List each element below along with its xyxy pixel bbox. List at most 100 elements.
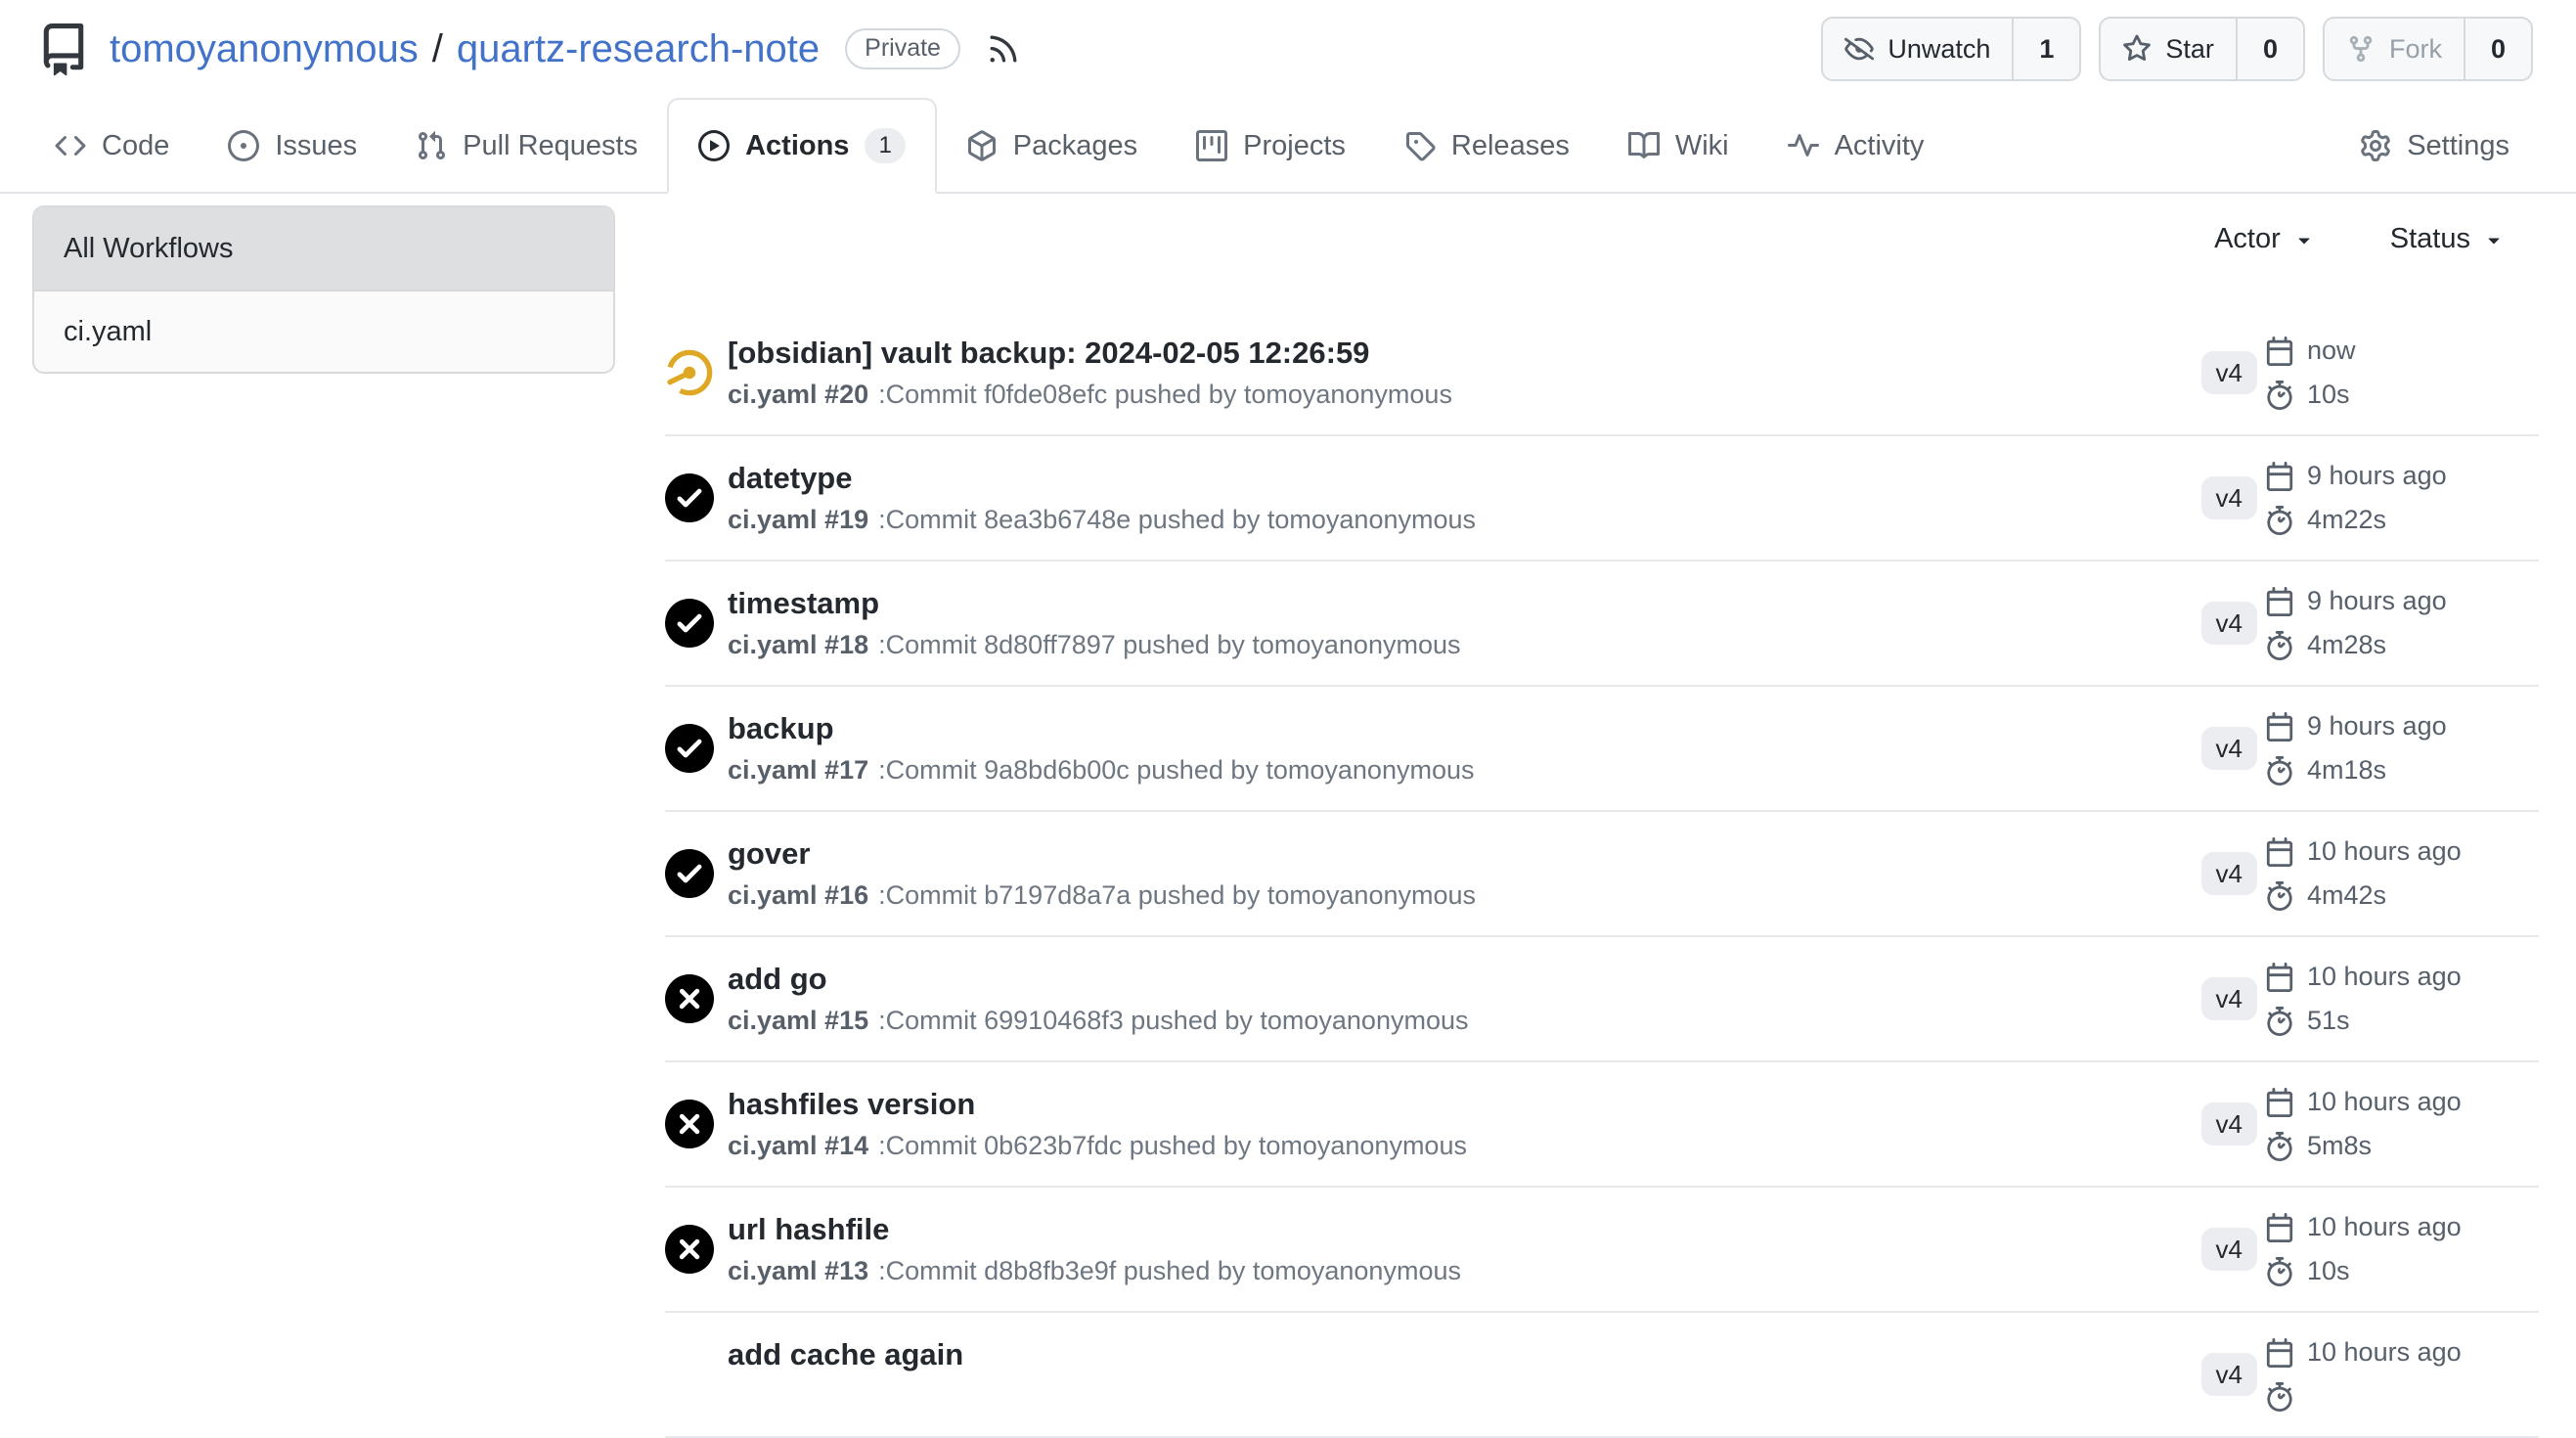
tab-releases[interactable]: Releases xyxy=(1375,100,1599,192)
star-button[interactable]: Star 0 xyxy=(2099,17,2305,81)
run-title-link[interactable]: datetype xyxy=(728,461,852,496)
repo-tab-bar: Code Issues Pull Requests Actions 1 Pack… xyxy=(0,98,2576,194)
run-status-icon xyxy=(665,348,714,397)
workflow-run-row[interactable]: timestamp ci.yaml #18:Commit 8d80ff7897 … xyxy=(665,562,2539,687)
check-circle-icon xyxy=(665,599,714,648)
calendar-icon xyxy=(2265,587,2294,616)
workflow-run-row[interactable]: url hashfile ci.yaml #13:Commit d8b8fb3e… xyxy=(665,1188,2539,1313)
run-duration: 10s xyxy=(2307,380,2350,410)
repo-owner-link[interactable]: tomoyanonymous xyxy=(110,27,419,71)
run-filters: Actor Status xyxy=(2214,223,2506,255)
tab-code[interactable]: Code xyxy=(25,100,199,192)
workflow-run-row[interactable]: add cache again v4 10 hours ago xyxy=(665,1313,2539,1438)
tab-issues[interactable]: Issues xyxy=(199,100,386,192)
fork-button[interactable]: Fork 0 xyxy=(2323,17,2533,81)
run-time: 10 hours ago xyxy=(2307,962,2462,992)
tab-packages[interactable]: Packages xyxy=(937,100,1167,192)
calendar-icon xyxy=(2265,837,2294,867)
run-subtitle: ci.yaml #14:Commit 0b623b7fdc pushed by … xyxy=(728,1131,2201,1161)
tab-pull-requests[interactable]: Pull Requests xyxy=(386,100,667,192)
run-subtitle: ci.yaml #16:Commit b7197d8a7a pushed by … xyxy=(728,880,2201,911)
calendar-icon xyxy=(2265,712,2294,741)
stopwatch-icon xyxy=(2265,631,2294,660)
workflow-run-row[interactable]: backup ci.yaml #17:Commit 9a8bd6b00c pus… xyxy=(665,687,2539,812)
run-title-link[interactable]: hashfiles version xyxy=(728,1087,975,1122)
run-status-icon xyxy=(665,724,714,773)
tab-wiki[interactable]: Wiki xyxy=(1599,100,1758,192)
run-commit-desc: :Commit d8b8fb3e9f pushed by tomoyanonym… xyxy=(878,1256,1461,1285)
run-title-link[interactable]: add go xyxy=(728,962,827,997)
run-status-icon xyxy=(665,473,714,522)
actor-filter-dropdown[interactable]: Actor xyxy=(2214,223,2316,255)
workflow-run-row[interactable]: hashfiles version ci.yaml #14:Commit 0b6… xyxy=(665,1062,2539,1188)
run-workflow-ref: ci.yaml #19 xyxy=(728,505,868,534)
run-version-badge: v4 xyxy=(2201,476,2257,519)
tab-settings[interactable]: Settings xyxy=(2331,100,2539,192)
run-subtitle: ci.yaml #15:Commit 69910468f3 pushed by … xyxy=(728,1006,2201,1036)
run-time: 9 hours ago xyxy=(2307,711,2447,741)
tab-projects[interactable]: Projects xyxy=(1167,100,1375,192)
run-commit-desc: :Commit b7197d8a7a pushed by tomoyanonym… xyxy=(878,880,1476,910)
run-meta: 10 hours ago 4m42s xyxy=(2265,836,2539,912)
tab-actions[interactable]: Actions 1 xyxy=(667,98,937,194)
run-time: 10 hours ago xyxy=(2307,1087,2462,1117)
tag-icon xyxy=(1404,130,1436,161)
x-circle-icon xyxy=(665,1100,714,1148)
run-title-link[interactable]: timestamp xyxy=(728,586,879,621)
run-duration: 5m8s xyxy=(2307,1131,2372,1161)
rss-feed-icon[interactable] xyxy=(986,31,1021,67)
run-subtitle: ci.yaml #17:Commit 9a8bd6b00c pushed by … xyxy=(728,755,2201,786)
stopwatch-icon xyxy=(2265,1132,2294,1161)
tab-activity[interactable]: Activity xyxy=(1758,100,1954,192)
workflow-run-row[interactable]: add go ci.yaml #15:Commit 69910468f3 pus… xyxy=(665,937,2539,1062)
run-title-link[interactable]: gover xyxy=(728,836,810,872)
workflow-run-row[interactable]: [obsidian] vault backup: 2024-02-05 12:2… xyxy=(665,311,2539,436)
run-version-badge: v4 xyxy=(2201,1353,2257,1396)
issue-opened-icon xyxy=(228,130,259,161)
run-title-link[interactable]: url hashfile xyxy=(728,1212,889,1247)
run-meta: 10 hours ago xyxy=(2265,1337,2539,1413)
unwatch-button[interactable]: Unwatch 1 xyxy=(1821,17,2081,81)
run-commit-desc: :Commit 9a8bd6b00c pushed by tomoyanonym… xyxy=(878,755,1474,785)
run-meta: now 10s xyxy=(2265,336,2539,411)
run-title-link[interactable]: add cache again xyxy=(728,1337,963,1372)
stopwatch-icon xyxy=(2265,881,2294,911)
count-badge[interactable]: 0 xyxy=(2464,19,2531,79)
repo-name-link[interactable]: quartz-research-note xyxy=(457,27,820,71)
code-icon xyxy=(55,130,86,161)
sidebar-item-all-workflows[interactable]: All Workflows xyxy=(34,207,613,290)
stopwatch-icon xyxy=(2265,506,2294,535)
run-subtitle xyxy=(728,1381,2201,1412)
run-version-badge: v4 xyxy=(2201,1102,2257,1146)
workflow-run-row[interactable]: gover ci.yaml #16:Commit b7197d8a7a push… xyxy=(665,812,2539,937)
run-meta: 10 hours ago 10s xyxy=(2265,1212,2539,1287)
repo-header: tomoyanonymous / quartz-research-note Pr… xyxy=(37,0,2533,98)
run-title-link[interactable]: [obsidian] vault backup: 2024-02-05 12:2… xyxy=(728,336,1369,371)
count-badge[interactable]: 1 xyxy=(2012,19,2079,79)
run-version-badge: v4 xyxy=(2201,977,2257,1020)
repo-separator: / xyxy=(432,27,443,71)
run-workflow-ref: ci.yaml #14 xyxy=(728,1131,868,1160)
run-workflow-ref: ci.yaml #18 xyxy=(728,630,868,659)
count-badge[interactable]: 0 xyxy=(2236,19,2303,79)
run-version-badge: v4 xyxy=(2201,852,2257,895)
tab-badge: 1 xyxy=(865,128,905,163)
x-circle-icon xyxy=(665,1225,714,1274)
workflow-run-row[interactable]: datetype ci.yaml #19:Commit 8ea3b6748e p… xyxy=(665,436,2539,562)
book-icon xyxy=(1628,130,1660,161)
status-filter-dropdown[interactable]: Status xyxy=(2390,223,2506,255)
repo-title: tomoyanonymous / quartz-research-note xyxy=(110,27,820,71)
run-meta: 10 hours ago 51s xyxy=(2265,962,2539,1037)
chevron-down-icon xyxy=(2292,228,2316,251)
run-time: 10 hours ago xyxy=(2307,836,2462,867)
fork-icon xyxy=(2346,34,2376,64)
run-time: 10 hours ago xyxy=(2307,1212,2462,1242)
calendar-icon xyxy=(2265,1338,2294,1368)
calendar-icon xyxy=(2265,337,2294,366)
sidebar-item-ci-yaml[interactable]: ci.yaml xyxy=(34,290,613,372)
run-title-link[interactable]: backup xyxy=(728,711,834,746)
check-circle-icon xyxy=(665,473,714,522)
check-circle-icon xyxy=(665,724,714,773)
run-subtitle: ci.yaml #18:Commit 8d80ff7897 pushed by … xyxy=(728,630,2201,660)
run-status-icon xyxy=(665,974,714,1023)
